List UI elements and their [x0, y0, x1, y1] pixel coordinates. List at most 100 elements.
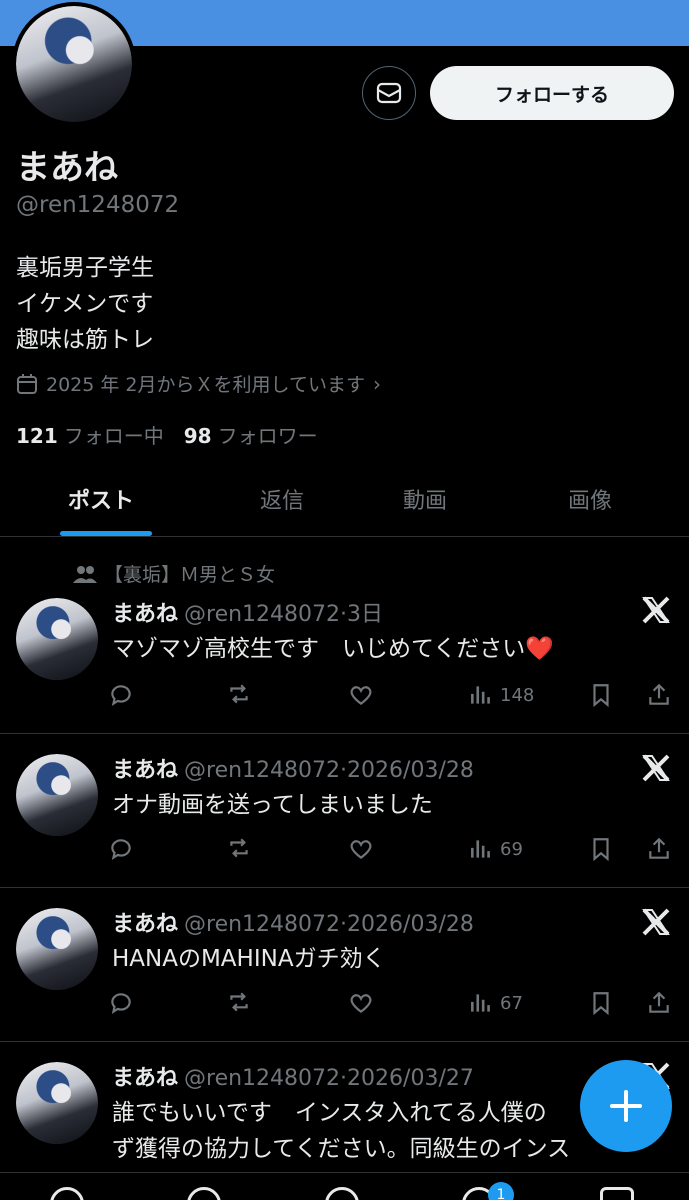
repost-icon — [230, 684, 248, 704]
bookmark-button[interactable] — [588, 682, 614, 708]
post-header: まあね @ren1248072·3日 — [112, 596, 383, 628]
mail-icon — [376, 82, 402, 104]
share-icon — [649, 683, 669, 705]
profile-handle: @ren1248072 — [16, 192, 180, 218]
post-header: まあね @ren1248072·2026/03/28 — [112, 752, 474, 784]
post-time: 2026/03/28 — [347, 912, 474, 937]
home-nav-icon[interactable] — [50, 1187, 84, 1200]
calendar-icon — [17, 373, 37, 394]
like-icon — [350, 840, 372, 860]
share-button[interactable] — [646, 682, 672, 708]
share-icon — [649, 837, 669, 859]
view-count: 67 — [500, 992, 523, 1014]
bio-line: イケメンです — [16, 291, 154, 317]
grok-nav-icon[interactable] — [325, 1187, 359, 1200]
tab-posts[interactable]: ポスト — [68, 483, 134, 515]
post-avatar[interactable] — [16, 1062, 98, 1144]
post-avatar[interactable] — [16, 908, 98, 990]
like-icon — [350, 686, 372, 706]
post-separator: · — [340, 602, 348, 627]
post-time: 2026/03/28 — [347, 758, 474, 783]
reply-button[interactable] — [108, 990, 134, 1016]
views-icon — [471, 994, 490, 1012]
reply-icon — [111, 685, 131, 706]
post-text: オナ動画を送ってしまいました — [112, 792, 433, 818]
x-logo-icon — [642, 754, 670, 782]
post-time: 3日 — [347, 602, 384, 627]
like-button[interactable] — [348, 682, 374, 708]
post-handle: @ren1248072 — [184, 1066, 341, 1091]
plus-icon — [610, 1090, 642, 1122]
repost-button[interactable] — [226, 990, 252, 1016]
view-count: 69 — [500, 838, 523, 860]
post-header: まあね @ren1248072·2026/03/28 — [112, 906, 474, 938]
search-nav-icon[interactable] — [187, 1187, 221, 1200]
reply-icon — [111, 993, 131, 1014]
compose-button[interactable] — [580, 1060, 672, 1152]
post[interactable]: まあね @ren1248072·3日 マゾマゾ高校生です いじめてください❤️ 1… — [0, 590, 689, 734]
tab-videos[interactable]: 動画 — [403, 483, 447, 515]
post-separator: · — [340, 758, 348, 783]
share-button[interactable] — [646, 990, 672, 1016]
post-avatar[interactable] — [16, 598, 98, 680]
post-text: 誰でもいいです インスタ入れてる人僕の — [112, 1100, 547, 1126]
messages-nav-icon[interactable] — [600, 1187, 634, 1200]
community-text: 【裏垢】Ｍ男とＳ女 — [104, 564, 276, 586]
post-actions: 67 — [108, 990, 678, 1020]
post-text: マゾマゾ高校生です いじめてください❤️ — [112, 636, 554, 662]
post-author-name[interactable]: まあね — [112, 602, 178, 627]
follow-stats: 121 フォロー中 98 フォロワー — [16, 420, 318, 449]
like-icon — [350, 994, 372, 1014]
chevron-right-icon: › — [372, 371, 381, 396]
bookmark-button[interactable] — [588, 990, 614, 1016]
repost-button[interactable] — [226, 836, 252, 862]
tab-replies[interactable]: 返信 — [260, 483, 304, 515]
view-count: 148 — [500, 684, 535, 706]
post-author-name[interactable]: まあね — [112, 758, 178, 783]
repost-icon — [230, 992, 248, 1012]
share-button[interactable] — [646, 836, 672, 862]
views-button[interactable]: 67 — [468, 990, 523, 1016]
post-time: 2026/03/27 — [347, 1066, 474, 1091]
display-name: まあね — [16, 148, 118, 188]
repost-button[interactable] — [226, 682, 252, 708]
bookmark-button[interactable] — [588, 836, 614, 862]
message-button[interactable] — [362, 66, 416, 120]
views-button[interactable]: 69 — [468, 836, 523, 862]
community-label[interactable]: 【裏垢】Ｍ男とＳ女 — [72, 560, 275, 587]
active-tab-indicator — [60, 531, 152, 536]
post-author-name[interactable]: まあね — [112, 912, 178, 937]
follow-button[interactable]: フォローする — [430, 66, 674, 120]
views-icon — [471, 686, 490, 704]
views-button[interactable]: 148 — [468, 682, 534, 708]
post-avatar[interactable] — [16, 754, 98, 836]
reply-button[interactable] — [108, 836, 134, 862]
post-header: まあね @ren1248072·2026/03/27 — [112, 1060, 474, 1092]
like-button[interactable] — [348, 990, 374, 1016]
x-logo-icon — [642, 908, 670, 936]
post-actions: 148 — [108, 682, 678, 712]
bookmark-icon — [593, 684, 609, 708]
post[interactable]: まあね @ren1248072·2026/03/28 オナ動画を送ってしまいました… — [0, 734, 689, 888]
post-text-line2: ず獲得の協力してください。同級生のインス — [112, 1136, 571, 1162]
post-separator: · — [340, 1066, 348, 1091]
bookmark-icon — [593, 992, 609, 1016]
bio-line: 趣味は筋トレ — [16, 327, 154, 353]
share-icon — [649, 991, 669, 1013]
joined-date[interactable]: 2025 年 2月からＸを利用しています › — [16, 370, 381, 397]
views-icon — [471, 840, 490, 858]
reply-icon — [111, 839, 131, 860]
post[interactable]: まあね @ren1248072·2026/03/28 HANAのMAHINAガチ効… — [0, 888, 689, 1042]
post-handle: @ren1248072 — [184, 602, 341, 627]
x-logo-icon — [642, 596, 670, 624]
bookmark-icon — [593, 838, 609, 862]
reply-button[interactable] — [108, 682, 134, 708]
tab-images[interactable]: 画像 — [568, 483, 612, 515]
profile-tabs: ポスト 返信 動画 画像 — [0, 465, 689, 537]
post-author-name[interactable]: まあね — [112, 1066, 178, 1091]
followers-stat[interactable]: 98 フォロワー — [184, 420, 318, 449]
following-stat[interactable]: 121 フォロー中 — [16, 420, 164, 449]
people-icon — [73, 565, 97, 583]
profile-avatar[interactable] — [12, 2, 136, 126]
like-button[interactable] — [348, 836, 374, 862]
